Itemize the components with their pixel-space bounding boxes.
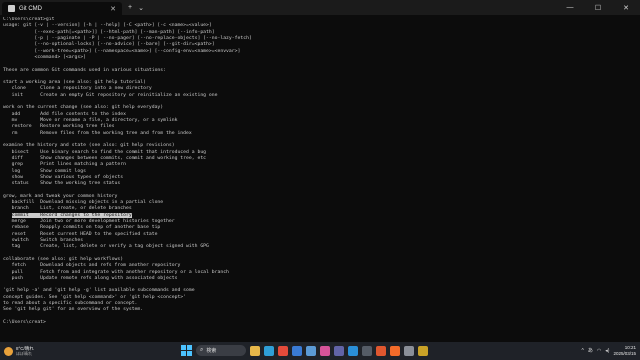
system-tray: ^ あ ◠ ◂) 10:21 2025/03/15 [582,345,636,356]
terminal-output[interactable]: C:\Users\creat>git usage: git [-v | --ver… [3,17,635,341]
tab-title: Git CMD [19,5,42,12]
chrome-icon[interactable] [278,345,288,356]
ime-indicator[interactable]: あ [588,347,593,354]
close-button[interactable]: ✕ [612,0,640,15]
taskbar-search[interactable]: ⌕ 検索 [196,345,246,356]
store-icon[interactable] [292,345,302,356]
weather-description: ほぼ晴れ [16,351,32,356]
brave-icon[interactable] [390,345,400,356]
start-button[interactable] [181,345,192,356]
minimize-button[interactable]: — [556,0,584,15]
git-icon[interactable] [376,345,386,356]
notes-app-icon[interactable] [418,345,428,356]
selected-text: commit Record changes to the repository [11,212,132,218]
search-icon: ⌕ [200,347,204,353]
tab-close-icon[interactable]: ✕ [110,5,116,13]
clock[interactable]: 10:21 2025/03/15 [613,345,636,356]
terminal-icon [8,5,15,12]
sun-icon [4,346,13,356]
teams-icon[interactable] [334,345,344,356]
terminal-app-icon[interactable] [362,345,372,356]
clock-date: 2025/03/15 [613,350,636,356]
new-tab-button[interactable]: + [128,4,132,11]
volume-icon[interactable]: ◂) [605,348,609,354]
weather-widget[interactable]: 8°C/晴れ ほぼ晴れ [4,346,34,356]
vscode-icon[interactable] [348,345,358,356]
tab-git-cmd[interactable]: Git CMD ✕ [2,2,122,15]
photos-icon[interactable] [320,345,330,356]
maximize-button[interactable]: ☐ [584,0,612,15]
settings-app-icon[interactable] [404,345,414,356]
edge-icon[interactable] [264,345,274,356]
terminal-line: C:\Users\creat> [3,320,46,325]
file-explorer-icon[interactable] [250,345,260,356]
taskbar: 8°C/晴れ ほぼ晴れ ⌕ 検索 ^ あ ◠ ◂) 10:21 2025/03/… [0,342,640,360]
mail-icon[interactable] [306,345,316,356]
title-bar: Git CMD ✕ + ⌄ — ☐ ✕ [0,0,640,15]
tray-overflow-icon[interactable]: ^ [582,348,584,354]
tab-dropdown-button[interactable]: ⌄ [138,4,144,12]
wifi-icon[interactable]: ◠ [597,348,601,354]
search-placeholder: 検索 [206,348,217,354]
